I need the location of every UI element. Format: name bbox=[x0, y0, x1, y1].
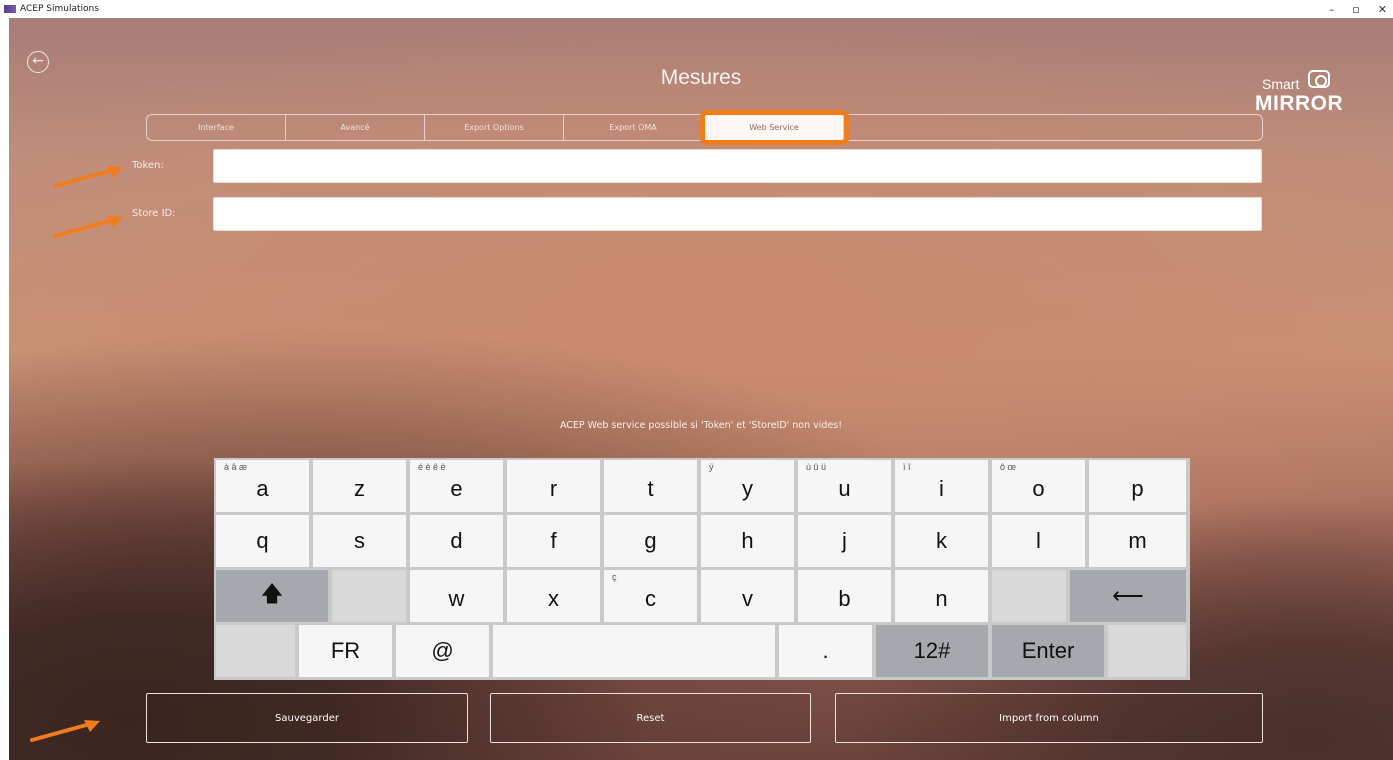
key-label: v bbox=[742, 586, 753, 611]
shift-key[interactable]: 🡅 bbox=[216, 570, 328, 622]
at-key[interactable]: @ bbox=[396, 625, 489, 677]
key-s[interactable]: s bbox=[313, 515, 406, 567]
logo-smart-text: Smart bbox=[1262, 76, 1300, 92]
key-blank bbox=[216, 625, 295, 677]
key-accents: ù û ü bbox=[806, 462, 827, 472]
key-accents: ï î bbox=[903, 462, 911, 472]
maximize-icon[interactable]: ▫ bbox=[1352, 3, 1359, 16]
key-n[interactable]: n bbox=[895, 570, 988, 622]
key-a[interactable]: à â æ a bbox=[216, 460, 309, 512]
annotation-arrow-token bbox=[53, 166, 123, 188]
reset-button[interactable]: Reset bbox=[490, 693, 811, 743]
shift-arrow-icon: 🡅 bbox=[260, 581, 284, 606]
close-icon[interactable]: ✕ bbox=[1378, 3, 1387, 16]
key-blank bbox=[332, 570, 406, 622]
keyboard-row-4: FR @ . 12# Enter bbox=[214, 625, 1190, 677]
key-h[interactable]: h bbox=[701, 515, 794, 567]
language-key[interactable]: FR bbox=[299, 625, 392, 677]
store-id-input[interactable] bbox=[213, 197, 1262, 231]
key-l[interactable]: l bbox=[992, 515, 1085, 567]
key-z[interactable]: z bbox=[313, 460, 406, 512]
token-label: Token: bbox=[132, 160, 164, 171]
key-label: x bbox=[548, 586, 559, 611]
logo-mirror-text: MIRROR bbox=[1255, 92, 1344, 115]
key-f[interactable]: f bbox=[507, 515, 600, 567]
smart-mirror-logo: Smart MIRROR bbox=[1255, 68, 1385, 128]
key-o[interactable]: ô œ o bbox=[992, 460, 1085, 512]
key-label: i bbox=[939, 476, 944, 501]
web-service-notice: ACEP Web service possible si 'Token' et … bbox=[559, 420, 843, 431]
app-stage: ← Mesures Smart MIRROR Interface Avancé … bbox=[9, 18, 1393, 760]
key-r[interactable]: r bbox=[507, 460, 600, 512]
key-j[interactable]: j bbox=[798, 515, 891, 567]
numbers-key[interactable]: 12# bbox=[876, 625, 988, 677]
settings-tabs: Interface Avancé Export Options Export O… bbox=[146, 110, 1263, 145]
key-y[interactable]: ÿy bbox=[701, 460, 794, 512]
key-label: u bbox=[838, 476, 851, 501]
key-label: w bbox=[448, 586, 465, 611]
dot-key[interactable]: . bbox=[779, 625, 872, 677]
annotation-arrow-store-id bbox=[53, 216, 123, 238]
camera-icon bbox=[1308, 70, 1330, 88]
tab-web-service[interactable]: Web Service bbox=[700, 110, 849, 145]
tab-bar-filler bbox=[846, 115, 1262, 140]
backspace-arrow-icon: ⟵ bbox=[1112, 583, 1144, 608]
key-m[interactable]: m bbox=[1089, 515, 1186, 567]
key-p[interactable]: p bbox=[1089, 460, 1186, 512]
key-accents: ô œ bbox=[1000, 462, 1017, 472]
key-accents: ç bbox=[612, 572, 617, 582]
key-d[interactable]: d bbox=[410, 515, 503, 567]
tab-export-options[interactable]: Export Options bbox=[425, 115, 564, 140]
key-label: n bbox=[935, 586, 948, 611]
keyboard-row-1: à â æa z é è ê ëe r t ÿy ù û üu ï îi ô œ… bbox=[214, 460, 1190, 512]
keyboard-row-2: q s d f g h j k l m bbox=[214, 515, 1190, 567]
key-blank bbox=[1108, 625, 1186, 677]
key-g[interactable]: g bbox=[604, 515, 697, 567]
key-label: b bbox=[838, 586, 851, 611]
import-from-column-button[interactable]: Import from column bbox=[835, 693, 1263, 743]
window-title-bar: ACEP Simulations – ▫ ✕ bbox=[0, 0, 1393, 18]
page-title: Mesures bbox=[660, 66, 742, 89]
key-q[interactable]: q bbox=[216, 515, 309, 567]
key-c[interactable]: çc bbox=[604, 570, 697, 622]
window-title: ACEP Simulations bbox=[20, 4, 99, 14]
virtual-keyboard: à â æa z é è ê ëe r t ÿy ù û üu ï îi ô œ… bbox=[214, 458, 1190, 680]
save-button[interactable]: Sauvegarder bbox=[146, 693, 468, 743]
key-x[interactable]: x bbox=[507, 570, 600, 622]
key-accents: à â æ bbox=[224, 462, 248, 472]
key-accents: ÿ bbox=[709, 462, 714, 472]
space-key[interactable] bbox=[493, 625, 775, 677]
window-controls: – ▫ ✕ bbox=[1329, 0, 1387, 18]
enter-key[interactable]: Enter bbox=[992, 625, 1104, 677]
token-input[interactable] bbox=[213, 149, 1262, 183]
key-label: y bbox=[742, 476, 753, 501]
key-u[interactable]: ù û ü u bbox=[798, 460, 891, 512]
key-accents: é è ê ë bbox=[418, 462, 446, 472]
key-label: a bbox=[256, 476, 269, 501]
store-id-label: Store ID: bbox=[132, 208, 176, 219]
key-label: e bbox=[450, 476, 463, 501]
key-w[interactable]: w bbox=[410, 570, 503, 622]
tab-interface[interactable]: Interface bbox=[147, 115, 286, 140]
keyboard-row-3: 🡅 w x çc v b n ⟵ bbox=[214, 570, 1190, 622]
key-label: c bbox=[645, 586, 656, 611]
backspace-key[interactable]: ⟵ bbox=[1070, 570, 1186, 622]
annotation-arrow-save bbox=[30, 720, 100, 742]
app-icon bbox=[4, 5, 16, 13]
key-label: o bbox=[1032, 476, 1045, 501]
tab-export-oma[interactable]: Export OMA bbox=[564, 115, 703, 140]
key-blank bbox=[992, 570, 1066, 622]
tab-avance[interactable]: Avancé bbox=[286, 115, 425, 140]
key-label: r bbox=[549, 476, 558, 501]
key-label: z bbox=[354, 476, 365, 501]
minimize-icon[interactable]: – bbox=[1329, 3, 1335, 16]
key-v[interactable]: v bbox=[701, 570, 794, 622]
key-k[interactable]: k bbox=[895, 515, 988, 567]
key-b[interactable]: b bbox=[798, 570, 891, 622]
key-i[interactable]: ï î i bbox=[895, 460, 988, 512]
key-label: p bbox=[1131, 476, 1144, 501]
key-t[interactable]: t bbox=[604, 460, 697, 512]
key-e[interactable]: é è ê ë e bbox=[410, 460, 503, 512]
key-label: t bbox=[647, 476, 654, 501]
